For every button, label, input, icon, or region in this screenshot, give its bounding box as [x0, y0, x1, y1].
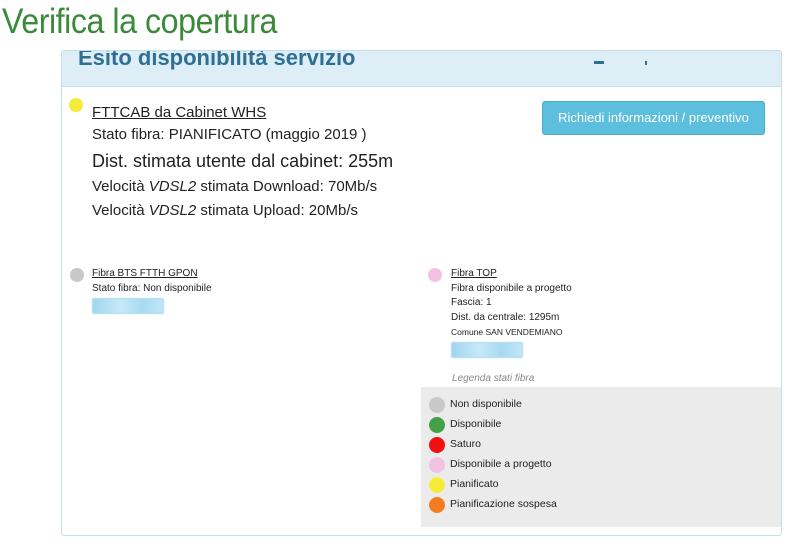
legend-dot-icon [429, 457, 445, 473]
panel-header: Esito disponibilità servizio [62, 51, 781, 87]
service-bts-name[interactable]: Fibra BTS FTTH GPON [92, 267, 212, 282]
legend-label: Pianificazione sospesa [450, 498, 557, 510]
main-service-upload: Velocità VDSL2 stimata Upload: 20Mb/s [92, 199, 393, 223]
main-service-status: Stato fibra: PIANIFICATO (maggio 2019 ) [92, 126, 367, 143]
service-top-fascia: Fascia: 1 [451, 297, 492, 308]
main-service-distance: Dist. stimata utente dal cabinet: 255m [92, 151, 394, 171]
upload-tech: VDSL2 [148, 202, 197, 219]
legend-dot-icon [429, 497, 445, 513]
header-underline-mark [594, 61, 604, 64]
service-bts-action-button[interactable] [92, 298, 164, 314]
download-suffix: stimata Download: 70Mb/s [196, 178, 378, 195]
upload-prefix: Velocità [92, 202, 149, 219]
main-service: FTTCAB da Cabinet WHS Stato fibra: PIANI… [92, 103, 393, 223]
download-prefix: Velocità [92, 178, 149, 195]
legend-dot-icon [429, 417, 445, 433]
header-tick-mark [645, 61, 647, 65]
status-dot-disponibile-a-progetto [428, 268, 442, 282]
service-top-comune: Comune SAN VENDEMIANO [451, 327, 563, 337]
result-panel: Esito disponibilità servizio FTTCAB da C… [61, 50, 782, 536]
service-bts-status: Stato fibra: Non disponibile [92, 282, 212, 294]
legend-label: Disponibile a progetto [450, 458, 552, 470]
panel-header-title: Esito disponibilità servizio [78, 50, 356, 70]
service-bts: Fibra BTS FTTH GPON Stato fibra: Non dis… [92, 267, 212, 314]
legend-label: Pianificato [450, 478, 499, 490]
legend-dot-icon [429, 477, 445, 493]
legend-box: Non disponibile Disponibile Saturo Dispo… [421, 387, 781, 527]
page-title: Verifica la copertura [2, 2, 277, 41]
service-top-action-button[interactable] [451, 341, 523, 358]
legend-label: Disponibile [450, 418, 502, 430]
service-top-status: Fibra disponibile a progetto [451, 282, 572, 294]
service-top: Fibra TOP Fibra disponibile a progetto F… [451, 267, 572, 358]
upload-suffix: stimata Upload: 20Mb/s [196, 202, 358, 219]
request-info-button[interactable]: Richiedi informazioni / preventivo [542, 101, 765, 135]
legend-dot-icon [429, 437, 445, 453]
main-service-download: Velocità VDSL2 stimata Download: 70Mb/s [92, 175, 393, 199]
main-service-name[interactable]: FTTCAB da Cabinet WHS [92, 103, 393, 123]
legend-label: Saturo [450, 438, 481, 450]
download-tech: VDSL2 [148, 178, 197, 195]
legend-label: Non disponibile [450, 398, 522, 410]
status-dot-pianificato [69, 98, 83, 112]
service-top-distance: Dist. da centrale: 1295m [451, 311, 560, 323]
legend-title: Legenda stati fibra [452, 373, 535, 384]
service-top-name[interactable]: Fibra TOP [451, 267, 572, 282]
legend-dot-icon [429, 397, 445, 413]
status-dot-non-disponibile [70, 268, 84, 282]
